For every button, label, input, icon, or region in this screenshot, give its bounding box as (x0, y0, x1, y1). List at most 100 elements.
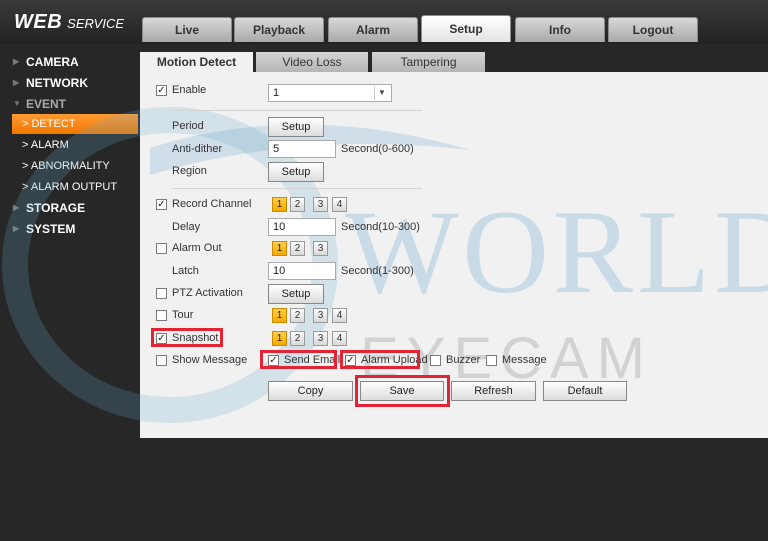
buzzer-checkbox[interactable] (430, 355, 441, 366)
tab-motion-detect[interactable]: Motion Detect (140, 52, 253, 72)
sidebar-item-label: NETWORK (26, 76, 88, 90)
sidebar-item-label: STORAGE (26, 201, 86, 215)
record-channel-label: Record Channel (172, 198, 252, 210)
send-email-checkbox[interactable]: ✓ (268, 355, 279, 366)
region-setup-button[interactable]: Setup (268, 162, 324, 182)
tab-playback[interactable]: Playback (234, 17, 324, 42)
period-label: Period (172, 120, 204, 132)
chevron-down-icon: ▼ (374, 86, 389, 100)
sidebar-item-system[interactable]: ▶ SYSTEM (0, 219, 140, 239)
triangle-right-icon: ▶ (13, 224, 20, 233)
sidebar-item-label: SYSTEM (26, 222, 76, 236)
app-window: WEB SERVICE Live Playback Alarm Setup Inf… (0, 0, 768, 541)
record-channel-1[interactable]: 1 (272, 197, 287, 212)
copy-button[interactable]: Copy (268, 381, 353, 401)
record-channel-3[interactable]: 3 (313, 197, 328, 212)
tour-channel-2[interactable]: 2 (290, 308, 305, 323)
sub-tab-bar: Motion Detect Video Loss Tampering (140, 44, 768, 72)
delay-label: Delay (172, 221, 201, 233)
sidebar-item-detect[interactable]: > DETECT (12, 114, 138, 134)
header-bar: WEB SERVICE Live Playback Alarm Setup Inf… (0, 0, 768, 44)
triangle-right-icon: ▶ (13, 57, 20, 66)
sidebar: ▶ CAMERA ▶ NETWORK ▼ EVENT > DETECT > AL… (0, 52, 140, 541)
message-label: Message (502, 354, 547, 366)
default-button[interactable]: Default (543, 381, 627, 401)
anti-dither-input[interactable]: 5 (268, 140, 336, 158)
latch-input[interactable]: 10 (268, 262, 336, 280)
tab-setup[interactable]: Setup (421, 15, 511, 42)
refresh-button[interactable]: Refresh (451, 381, 536, 401)
alarm-out-label: Alarm Out (172, 242, 222, 254)
alarm-upload-label: Alarm Upload (361, 354, 428, 366)
sidebar-item-label: > ALARM OUTPUT (22, 181, 118, 193)
alarm-out-checkbox[interactable] (156, 243, 167, 254)
triangle-right-icon: ▶ (13, 203, 20, 212)
alarm-out-1[interactable]: 1 (272, 241, 287, 256)
sidebar-item-label: > DETECT (22, 118, 76, 130)
buzzer-label: Buzzer (446, 354, 481, 366)
record-channel-checkbox[interactable]: ✓ (156, 199, 167, 210)
ptz-setup-button[interactable]: Setup (268, 284, 324, 304)
delay-input[interactable]: 10 (268, 218, 336, 236)
logo-primary: WEB (14, 11, 63, 33)
channel-select-value: 1 (273, 87, 280, 99)
ptz-activation-checkbox[interactable] (156, 288, 167, 299)
latch-unit: Second(1-300) (341, 265, 414, 277)
snapshot-channel-4[interactable]: 4 (332, 331, 347, 346)
show-message-checkbox[interactable] (156, 355, 167, 366)
sidebar-item-label: CAMERA (26, 55, 79, 69)
message-checkbox[interactable] (486, 355, 497, 366)
tour-channel-3[interactable]: 3 (313, 308, 328, 323)
snapshot-channel-2[interactable]: 2 (290, 331, 305, 346)
alarm-out-3[interactable]: 3 (313, 241, 328, 256)
tab-logout[interactable]: Logout (608, 17, 698, 42)
triangle-right-icon: ▶ (13, 78, 20, 87)
sidebar-item-storage[interactable]: ▶ STORAGE (0, 198, 140, 218)
alarm-upload-checkbox[interactable]: ✓ (345, 355, 356, 366)
send-email-label: Send Email (284, 354, 341, 366)
snapshot-label: Snapshot (172, 332, 219, 344)
channel-select[interactable]: 1 ▼ (268, 84, 392, 102)
anti-dither-label: Anti-dither (172, 143, 223, 155)
record-channel-2[interactable]: 2 (290, 197, 305, 212)
region-label: Region (172, 165, 207, 177)
sidebar-item-alarm-output[interactable]: > ALARM OUTPUT (0, 177, 140, 197)
sidebar-item-alarm[interactable]: > ALARM (0, 135, 140, 155)
tour-checkbox[interactable] (156, 310, 167, 321)
period-setup-button[interactable]: Setup (268, 117, 324, 137)
tour-channel-4[interactable]: 4 (332, 308, 347, 323)
sidebar-item-network[interactable]: ▶ NETWORK (0, 73, 140, 93)
anti-dither-unit: Second(0-600) (341, 143, 414, 155)
triangle-down-icon: ▼ (13, 99, 21, 108)
divider (172, 188, 422, 189)
sidebar-item-label: > ALARM (22, 139, 69, 151)
delay-unit: Second(10-300) (341, 221, 420, 233)
snapshot-checkbox[interactable]: ✓ (156, 333, 167, 344)
tab-alarm[interactable]: Alarm (328, 17, 418, 42)
tab-info[interactable]: Info (515, 17, 605, 42)
tab-tampering[interactable]: Tampering (372, 52, 485, 72)
tour-channel-1[interactable]: 1 (272, 308, 287, 323)
sidebar-item-abnormality[interactable]: > ABNORMALITY (0, 156, 140, 176)
record-channel-4[interactable]: 4 (332, 197, 347, 212)
content-panel: Motion Detect Video Loss Tampering (140, 44, 768, 438)
enable-checkbox[interactable]: ✓ (156, 85, 167, 96)
save-button[interactable]: Save (360, 381, 444, 401)
latch-label: Latch (172, 265, 199, 277)
divider (172, 110, 422, 111)
show-message-label: Show Message (172, 354, 248, 366)
sidebar-item-camera[interactable]: ▶ CAMERA (0, 52, 140, 72)
tour-label: Tour (172, 309, 194, 321)
alarm-out-2[interactable]: 2 (290, 241, 305, 256)
sidebar-item-label: EVENT (26, 97, 67, 111)
logo-secondary: SERVICE (67, 16, 125, 31)
sidebar-item-event[interactable]: ▼ EVENT (0, 94, 140, 114)
logo: WEB SERVICE (14, 11, 124, 34)
enable-label: Enable (172, 84, 207, 96)
snapshot-channel-1[interactable]: 1 (272, 331, 287, 346)
tab-live[interactable]: Live (142, 17, 232, 42)
footer-area (140, 438, 768, 541)
tab-video-loss[interactable]: Video Loss (256, 52, 368, 72)
sidebar-item-label: > ABNORMALITY (22, 160, 110, 172)
snapshot-channel-3[interactable]: 3 (313, 331, 328, 346)
